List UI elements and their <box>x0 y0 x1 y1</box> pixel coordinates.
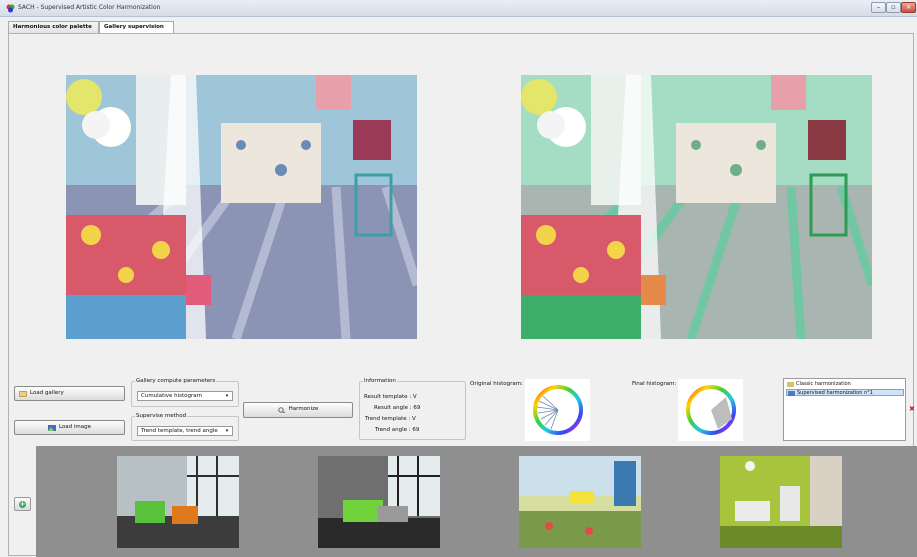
folder-icon <box>19 390 27 397</box>
harmonize-button[interactable]: Harmonize <box>243 402 353 418</box>
gallery-compute-value: Cumulative histogram <box>141 393 203 399</box>
gallery-compute-select[interactable]: Cumulative histogram ▾ <box>137 391 233 401</box>
trend-template: Trend template : V <box>365 416 416 422</box>
original-image <box>66 75 417 339</box>
close-button[interactable]: × <box>901 2 916 13</box>
original-histogram-label: Original histogram: <box>470 381 524 387</box>
trend-angle: Trend angle : 69 <box>375 427 420 433</box>
harmonize-label: Harmonize <box>288 406 319 413</box>
magnifier-icon <box>277 407 285 413</box>
gallery-thumbnail[interactable] <box>318 456 440 548</box>
tab-harmonious-color-palette[interactable]: Harmonious color palette <box>8 21 99 33</box>
result-template: Result template : V <box>364 394 417 400</box>
add-image-button[interactable]: + <box>14 497 31 511</box>
harmonization-method-list[interactable]: Classic harmonization Supervised harmoni… <box>783 378 906 441</box>
list-item[interactable]: Classic harmonization <box>786 381 904 388</box>
method-label: Classic harmonization <box>796 381 851 387</box>
load-image-button[interactable]: Load image <box>14 420 125 435</box>
gallery-thumbnail[interactable] <box>117 456 239 548</box>
plus-icon: + <box>19 500 26 508</box>
gallery-thumbnail[interactable] <box>519 456 641 548</box>
final-histogram-label: Final histogram: <box>632 381 677 387</box>
list-item[interactable]: Supervised harmonization n°1 <box>786 389 904 396</box>
result-angle: Result angle : 69 <box>374 405 421 411</box>
chevron-down-icon: ▾ <box>225 428 229 434</box>
supervise-method-value: Trend template, trend angle <box>141 428 218 434</box>
original-histogram <box>525 379 590 441</box>
final-image <box>521 75 872 339</box>
window-title: SACH - Supervised Artistic Color Harmoni… <box>18 4 161 11</box>
image-icon <box>47 424 56 431</box>
method-icon <box>788 391 795 396</box>
information-legend: Information <box>363 378 397 384</box>
gallery-compute-group: Gallery compute parameters Cumulative hi… <box>131 378 239 407</box>
supervise-method-group: Supervise method Trend template, trend a… <box>131 413 239 441</box>
load-gallery-button[interactable]: Load gallery <box>14 386 125 401</box>
load-image-label: Load image <box>58 423 92 430</box>
final-histogram <box>678 379 743 441</box>
remove-icon[interactable]: ✖ <box>909 405 915 413</box>
information-group: Information Result template : V Result a… <box>359 378 466 440</box>
method-label: Supervised harmonization n°1 <box>797 390 873 396</box>
title-bar: SACH - Supervised Artistic Color Harmoni… <box>0 0 917 17</box>
maximize-button[interactable]: ▫ <box>886 2 901 13</box>
minimize-button[interactable]: – <box>871 2 886 13</box>
load-gallery-label: Load gallery <box>30 389 64 396</box>
app-icon <box>6 4 15 13</box>
method-icon <box>787 382 794 387</box>
supervise-method-legend: Supervise method <box>135 413 188 419</box>
chevron-down-icon: ▾ <box>225 393 229 399</box>
supervise-method-select[interactable]: Trend template, trend angle ▾ <box>137 426 233 436</box>
gallery-compute-legend: Gallery compute parameters <box>135 378 217 384</box>
gallery-strip <box>36 446 917 557</box>
gallery-thumbnail[interactable] <box>720 456 842 548</box>
